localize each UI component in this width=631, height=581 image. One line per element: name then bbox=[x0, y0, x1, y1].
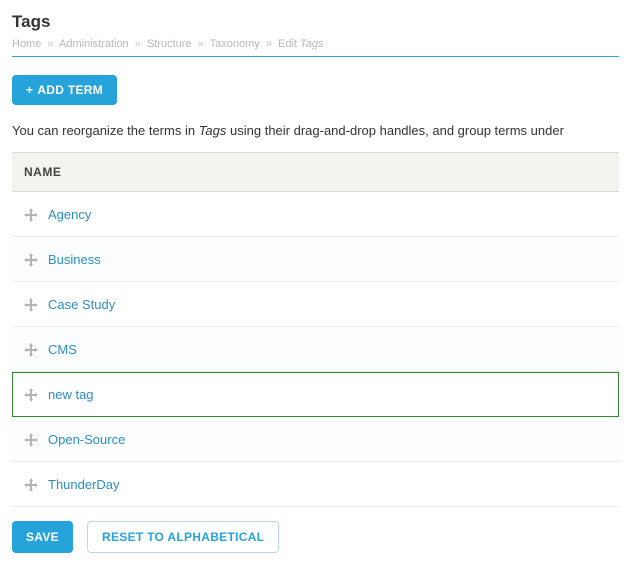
term-link[interactable]: Open-Source bbox=[48, 432, 125, 447]
term-link[interactable]: new tag bbox=[48, 387, 94, 402]
term-link[interactable]: ThunderDay bbox=[48, 477, 120, 492]
table-row: CMS bbox=[12, 327, 619, 372]
drag-handle-icon[interactable] bbox=[24, 433, 38, 447]
drag-handle-icon[interactable] bbox=[24, 478, 38, 492]
form-actions: SAVE RESET TO ALPHABETICAL bbox=[12, 521, 619, 553]
table-row: Agency bbox=[12, 192, 619, 237]
breadcrumb-link[interactable]: Administration bbox=[59, 38, 129, 50]
terms-table: NAME Agency Business Case Study CMS new tag O… bbox=[12, 152, 619, 507]
column-header-name: NAME bbox=[12, 153, 619, 192]
term-link[interactable]: Case Study bbox=[48, 297, 115, 312]
breadcrumb-link[interactable]: Home bbox=[12, 38, 41, 50]
term-link[interactable]: Agency bbox=[48, 207, 91, 222]
table-row: Business bbox=[12, 237, 619, 282]
drag-handle-icon[interactable] bbox=[24, 388, 38, 402]
help-text: You can reorganize the terms in Tags usi… bbox=[12, 123, 619, 138]
term-link[interactable]: CMS bbox=[48, 342, 77, 357]
drag-handle-icon[interactable] bbox=[24, 343, 38, 357]
breadcrumb-sep: » bbox=[266, 38, 272, 50]
breadcrumb-current: Edit Tags bbox=[278, 38, 323, 50]
table-row: Case Study bbox=[12, 282, 619, 327]
drag-handle-icon[interactable] bbox=[24, 208, 38, 222]
term-link[interactable]: Business bbox=[48, 252, 101, 267]
breadcrumb-sep: » bbox=[135, 38, 141, 50]
breadcrumb-sep: » bbox=[47, 38, 53, 50]
table-row: Open-Source bbox=[12, 417, 619, 462]
breadcrumb-link[interactable]: Structure bbox=[147, 38, 192, 50]
save-button[interactable]: SAVE bbox=[12, 521, 73, 553]
page-title: Tags bbox=[12, 12, 619, 32]
plus-icon: + bbox=[26, 83, 33, 97]
drag-handle-icon[interactable] bbox=[24, 298, 38, 312]
reset-alphabetical-button[interactable]: RESET TO ALPHABETICAL bbox=[87, 521, 279, 553]
table-row: ThunderDay bbox=[12, 462, 619, 507]
breadcrumb-link[interactable]: Taxonomy bbox=[210, 38, 260, 50]
table-row: new tag bbox=[12, 372, 619, 417]
add-term-button[interactable]: +ADD TERM bbox=[12, 75, 117, 105]
breadcrumb: Home » Administration » Structure » Taxo… bbox=[12, 38, 619, 57]
breadcrumb-sep: » bbox=[198, 38, 204, 50]
drag-handle-icon[interactable] bbox=[24, 253, 38, 267]
